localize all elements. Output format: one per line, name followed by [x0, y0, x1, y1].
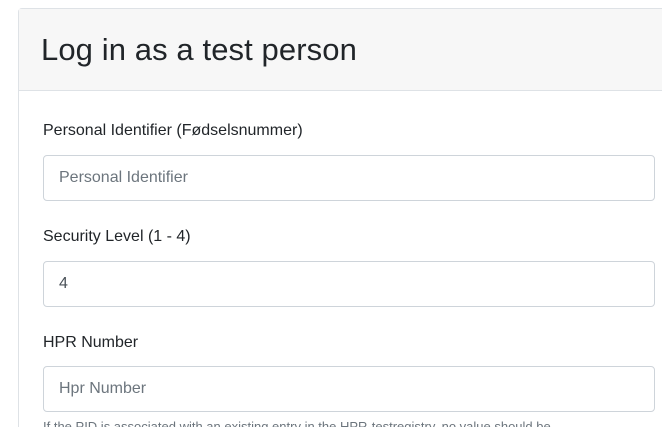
- pid-input[interactable]: [43, 155, 655, 201]
- hpr-help-text: If the PID is associated with an existin…: [43, 419, 551, 427]
- login-card: Log in as a test person Personal Identif…: [18, 8, 662, 427]
- security-level-input[interactable]: [43, 261, 655, 307]
- pid-label: Personal Identifier (Fødselsnummer): [43, 122, 303, 139]
- security-level-label: Security Level (1 - 4): [43, 228, 191, 245]
- page: Log in as a test person Personal Identif…: [0, 0, 662, 427]
- hpr-number-input[interactable]: [43, 366, 655, 412]
- card-header: Log in as a test person: [19, 9, 662, 91]
- page-title: Log in as a test person: [41, 31, 357, 67]
- hpr-number-label: HPR Number: [43, 334, 139, 351]
